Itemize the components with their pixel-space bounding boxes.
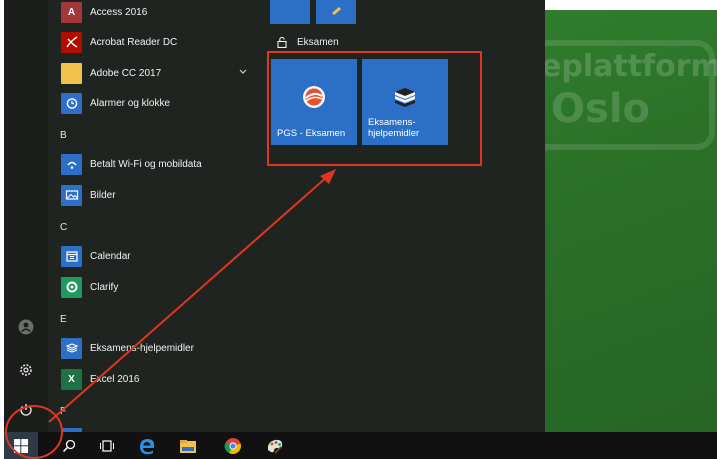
chrome-icon <box>224 437 241 454</box>
list-item-eksamens-hjelpemidler[interactable]: Eksamens-hjelpemidler <box>48 333 258 363</box>
list-item-clarify[interactable]: Clarify <box>48 272 258 302</box>
list-item-partial[interactable] <box>48 423 258 432</box>
app-label: Alarmer og klokke <box>90 97 171 109</box>
power-icon <box>20 404 32 416</box>
calendar-icon <box>61 245 82 267</box>
app-label: Access 2016 <box>90 6 148 18</box>
list-item-adobe-cc[interactable]: Adobe CC 2017 <box>48 58 258 88</box>
section-header-f[interactable]: F <box>60 406 66 417</box>
app-label: Excel 2016 <box>90 373 140 385</box>
wifi-icon <box>61 153 82 175</box>
settings-button[interactable] <box>4 354 48 386</box>
folder-icon <box>61 62 82 84</box>
windows-logo-icon <box>14 438 28 453</box>
app-label: Clarify <box>90 281 119 293</box>
taskbar-chrome[interactable] <box>216 432 250 459</box>
wallpaper-brand-line1: eplattform <box>545 49 717 84</box>
list-item-acrobat[interactable]: Acrobat Reader DC <box>48 27 258 57</box>
arrow-icon <box>332 6 341 16</box>
tile-partial-1[interactable] <box>270 0 310 24</box>
search-button[interactable] <box>52 432 86 459</box>
alarm-icon <box>61 92 82 114</box>
chevron-down-icon[interactable] <box>238 67 248 77</box>
app-label: Calendar <box>90 250 131 262</box>
photos-icon <box>61 184 82 206</box>
start-button[interactable] <box>4 432 38 459</box>
highlight-box <box>267 51 482 166</box>
app-label: Betalt Wi-Fi og mobildata <box>90 158 202 170</box>
file-explorer-icon <box>180 439 196 453</box>
list-item-betalt-wifi[interactable]: Betalt Wi-Fi og mobildata <box>48 149 258 179</box>
app-label: Bilder <box>90 189 116 201</box>
app-label: Adobe CC 2017 <box>90 67 162 79</box>
gear-icon <box>20 364 32 376</box>
tile-group-header[interactable]: Eksamen <box>276 36 339 48</box>
task-view-icon <box>100 439 114 452</box>
app-list: A Access 2016 Acrobat Reader DC Adobe CC… <box>48 0 258 432</box>
user-icon <box>18 319 34 335</box>
clarify-icon <box>61 276 82 298</box>
taskbar-file-explorer[interactable] <box>171 432 205 459</box>
tile-partial-2[interactable] <box>316 0 356 24</box>
user-account-button[interactable] <box>4 311 48 343</box>
section-header-c[interactable]: C <box>60 222 67 233</box>
start-left-rail <box>4 0 48 432</box>
acrobat-icon <box>61 31 82 53</box>
list-item-bilder[interactable]: Bilder <box>48 180 258 210</box>
section-header-b[interactable]: B <box>60 130 67 141</box>
power-button[interactable] <box>4 394 48 426</box>
app-label: Acrobat Reader DC <box>90 36 178 48</box>
list-item-alarmer[interactable]: Alarmer og klokke <box>48 88 258 118</box>
taskbar <box>4 432 717 459</box>
section-header-e[interactable]: E <box>60 314 67 325</box>
list-item-excel[interactable]: X Excel 2016 <box>48 364 258 394</box>
tile-group-title: Eksamen <box>297 36 339 48</box>
list-item-access[interactable]: A Access 2016 <box>48 0 258 27</box>
task-view-button[interactable] <box>90 432 124 459</box>
access-icon: A <box>61 1 82 23</box>
taskbar-edge[interactable] <box>130 432 164 459</box>
wallpaper-brand-line2: Oslo <box>551 86 651 132</box>
edge-icon <box>140 438 155 454</box>
app-label: Eksamens-hjelpemidler <box>90 342 194 354</box>
search-icon <box>62 439 76 452</box>
excel-icon: X <box>61 368 82 390</box>
screen: eplattform Oslo A Access 2016 Acrobat Re… <box>4 0 717 459</box>
taskbar-paint[interactable] <box>258 432 292 459</box>
lock-icon <box>277 36 287 48</box>
desktop-wallpaper: eplattform Oslo <box>545 10 717 432</box>
paint-icon <box>267 439 283 454</box>
books-icon <box>61 337 82 359</box>
list-item-calendar[interactable]: Calendar <box>48 241 258 271</box>
